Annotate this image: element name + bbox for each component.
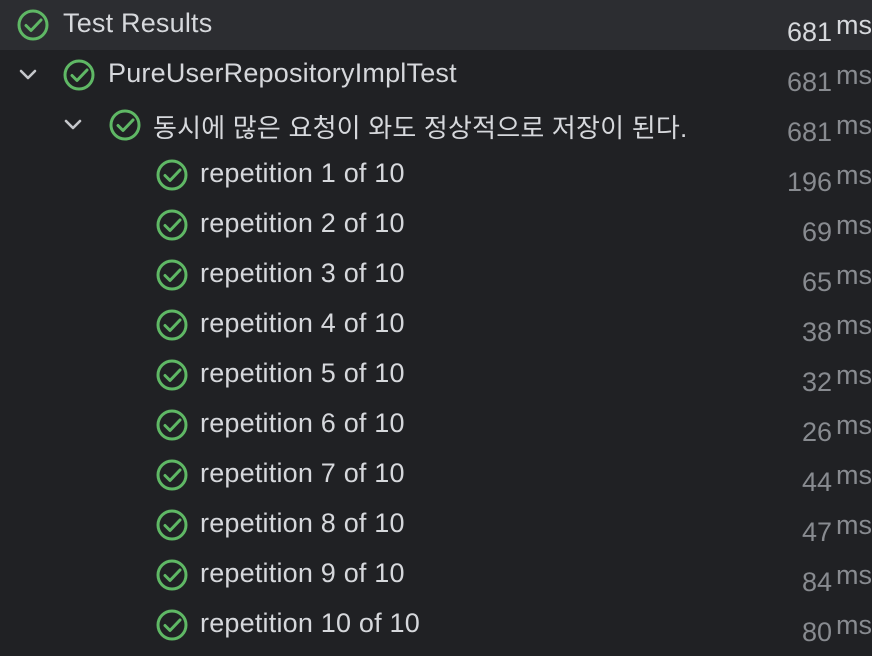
repetition-label: repetition 8 of 10 — [200, 508, 405, 538]
check-circle-icon — [156, 609, 188, 641]
repetition-duration: 80 ms — [801, 610, 872, 647]
repetition-duration: 44 ms — [801, 460, 872, 497]
chevron-down-icon[interactable] — [17, 64, 39, 86]
repetition-label: repetition 10 of 10 — [200, 608, 420, 638]
check-circle-icon — [109, 109, 141, 141]
repetition-row[interactable]: repetition 7 of 10 44 ms — [0, 450, 872, 500]
repetition-label: repetition 5 of 10 — [200, 358, 405, 388]
repetition-row[interactable]: repetition 4 of 10 38 ms — [0, 300, 872, 350]
test-label: 동시에 많은 요청이 와도 정상적으로 저장이 된다. — [153, 113, 688, 143]
repetition-duration: 196 ms — [786, 160, 872, 197]
check-circle-icon — [17, 9, 49, 41]
check-circle-icon — [156, 309, 188, 341]
repetition-row[interactable]: repetition 10 of 10 80 ms — [0, 600, 872, 650]
repetition-duration: 84 ms — [801, 560, 872, 597]
test-results-panel: Test Results 681 ms PureUserRepositoryImp… — [0, 0, 872, 656]
repetition-duration: 38 ms — [801, 310, 872, 347]
check-circle-icon — [156, 459, 188, 491]
check-circle-icon — [156, 359, 188, 391]
check-circle-icon — [156, 209, 188, 241]
repetition-label: repetition 4 of 10 — [200, 308, 405, 338]
repetition-label: repetition 3 of 10 — [200, 258, 405, 288]
check-circle-icon — [63, 59, 95, 91]
repetition-label: repetition 6 of 10 — [200, 408, 405, 438]
check-circle-icon — [156, 409, 188, 441]
suite-label: PureUserRepositoryImplTest — [108, 58, 457, 88]
repetition-duration: 65 ms — [801, 260, 872, 297]
repetition-duration: 47 ms — [801, 510, 872, 547]
repetition-row[interactable]: repetition 6 of 10 26 ms — [0, 400, 872, 450]
check-circle-icon — [156, 259, 188, 291]
repetition-row[interactable]: repetition 1 of 10 196 ms — [0, 150, 872, 200]
test-row[interactable]: 동시에 많은 요청이 와도 정상적으로 저장이 된다. 681 ms — [0, 100, 872, 150]
repetition-row[interactable]: repetition 9 of 10 84 ms — [0, 550, 872, 600]
check-circle-icon — [156, 159, 188, 191]
test-results-root-row[interactable]: Test Results 681 ms — [0, 0, 872, 50]
repetition-row[interactable]: repetition 2 of 10 69 ms — [0, 200, 872, 250]
check-circle-icon — [156, 559, 188, 591]
repetition-label: repetition 2 of 10 — [200, 208, 405, 238]
repetition-row[interactable]: repetition 3 of 10 65 ms — [0, 250, 872, 300]
repetition-label: repetition 9 of 10 — [200, 558, 405, 588]
repetition-row[interactable]: repetition 5 of 10 32 ms — [0, 350, 872, 400]
check-circle-icon — [156, 509, 188, 541]
root-label: Test Results — [63, 8, 213, 38]
repetition-label: repetition 1 of 10 — [200, 158, 405, 188]
suite-row[interactable]: PureUserRepositoryImplTest 681 ms — [0, 50, 872, 100]
suite-duration: 681 ms — [786, 60, 872, 97]
repetition-duration: 32 ms — [801, 360, 872, 397]
chevron-down-icon[interactable] — [62, 114, 84, 136]
repetition-duration: 26 ms — [801, 410, 872, 447]
test-duration: 681 ms — [786, 110, 872, 147]
repetition-label: repetition 7 of 10 — [200, 458, 405, 488]
repetition-duration: 69 ms — [801, 210, 872, 247]
root-duration: 681 ms — [786, 10, 872, 47]
repetition-row[interactable]: repetition 8 of 10 47 ms — [0, 500, 872, 550]
